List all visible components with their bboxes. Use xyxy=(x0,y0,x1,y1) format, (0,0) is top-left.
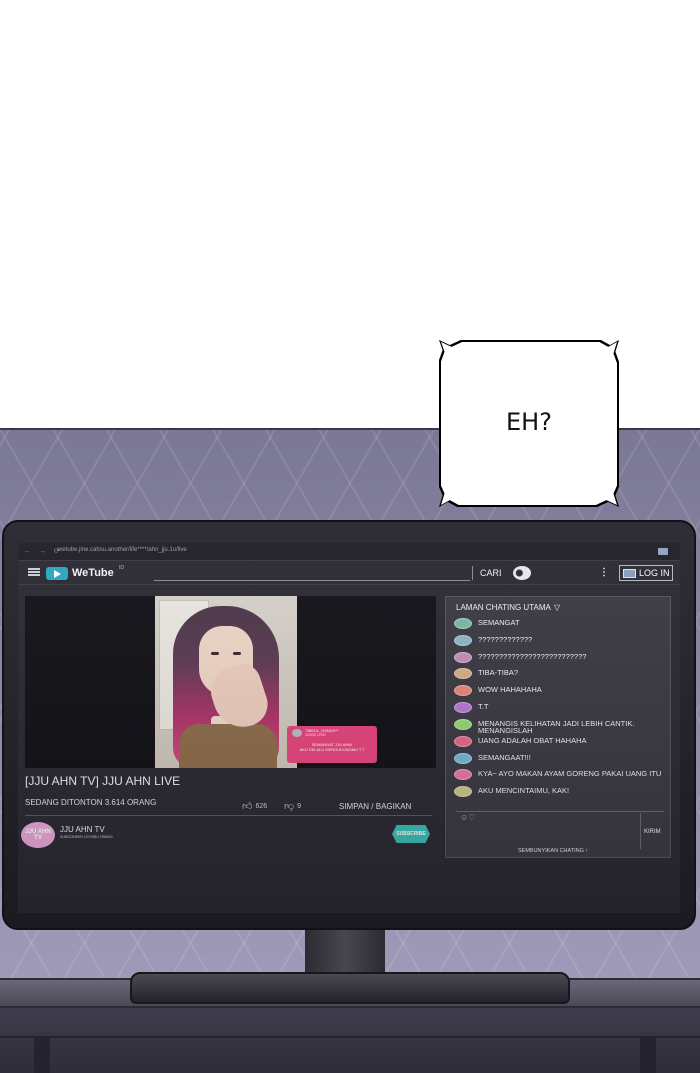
voice-search-icon[interactable] xyxy=(513,566,531,580)
monitor-stand-base xyxy=(130,972,570,1004)
chat-message: TIBA-TIBA? xyxy=(454,667,668,684)
viewer-count: SEDANG DITONTON 3.614 ORANG xyxy=(25,798,157,807)
like-count: 626 xyxy=(255,802,268,810)
chat-input[interactable] xyxy=(456,811,664,812)
menu-icon[interactable] xyxy=(28,568,40,576)
search-button[interactable]: CARI xyxy=(480,568,502,578)
emoji-icon[interactable]: ☺♡ xyxy=(460,813,475,822)
chat-message-text: KYA~ AYO MAKAN AYAM GORENG PAKAI UANG IT… xyxy=(478,769,662,779)
like-button[interactable]: 👍︎ 626 xyxy=(242,800,267,812)
monitor-screen: ← → ⟳ wetube.jine.cabsu.another/life****… xyxy=(18,543,680,913)
chat-message: MENANGIS KELIHATAN JADI LEBIH CANTIK. ME… xyxy=(454,718,668,735)
login-label: LOG IN xyxy=(639,568,670,578)
chat-message-text: WOW HAHAHAHA xyxy=(478,685,542,695)
donor-avatar xyxy=(292,729,302,738)
chat-message-text: MENANGIS KELIHATAN JADI LEBIH CANTIK. ME… xyxy=(478,718,635,736)
donation-message: SEMANGAT JJU AHN! AKU SELALU MENDUKUNGMU… xyxy=(292,742,372,752)
desk-body xyxy=(0,1008,700,1073)
chat-avatar[interactable] xyxy=(454,786,472,798)
streamer-shirt xyxy=(179,724,277,768)
chat-mode-selector[interactable]: LAMAN CHATING UTAMA ▽ xyxy=(456,603,560,612)
subscriber-count: SUBSCRIBER 120 RIBU ORANG xyxy=(60,835,113,839)
hide-chat-button[interactable]: SEMBUNYIKAN CHATING ↑ xyxy=(518,848,588,854)
thumbs-down-icon: 👎︎ xyxy=(284,801,295,812)
search-input[interactable] xyxy=(154,580,470,581)
caret-down-icon: ▽ xyxy=(553,603,560,612)
channel-avatar[interactable]: JJU AHN TV xyxy=(21,822,55,848)
user-card-icon xyxy=(623,568,636,578)
live-chat-panel: LAMAN CHATING UTAMA ▽ SEMANGAT??????????… xyxy=(445,596,671,858)
chat-message: UANG ADALAH OBAT HAHAHA xyxy=(454,735,668,752)
extension-icon[interactable] xyxy=(658,548,668,555)
chat-message: SEMANGAT xyxy=(454,617,668,634)
video-title: [JJU AHN TV] JJU AHN LIVE xyxy=(25,774,181,788)
chat-avatar[interactable] xyxy=(454,718,472,730)
video-player[interactable]: TIBBUL_HANDS** 10000 USD SEMANGAT JJU AH… xyxy=(25,596,436,768)
stream-frame xyxy=(155,596,297,768)
chat-avatar[interactable] xyxy=(454,701,472,713)
browser-toolbar: ← → ⟳ wetube.jine.cabsu.another/life****… xyxy=(18,543,680,561)
chat-avatar[interactable] xyxy=(454,735,472,747)
donation-user: TIBBUL_HANDS** 10000 USD xyxy=(292,728,372,738)
chat-message: ????????????? xyxy=(454,634,668,651)
desk-drawer-line xyxy=(0,1036,700,1038)
dislike-button[interactable]: 👎︎ 9 xyxy=(284,800,301,812)
chat-message: T.T xyxy=(454,701,668,718)
divider xyxy=(25,815,432,816)
send-button[interactable]: KIRIM xyxy=(644,829,661,835)
chat-message-text: UANG ADALAH OBAT HAHAHA xyxy=(478,735,587,745)
chat-message-text: ?????????????????????????? xyxy=(478,651,587,661)
site-logo-region: ID xyxy=(119,565,124,571)
chat-message: SEMANGAAT!!! xyxy=(454,752,668,769)
login-button[interactable]: LOG IN xyxy=(619,565,673,581)
address-bar[interactable]: wetube.jine.cabsu.another/life****/ahn_j… xyxy=(58,547,187,553)
streamer-eye xyxy=(233,652,241,655)
speech-bubble-text: EH? xyxy=(506,408,552,436)
chat-avatar[interactable] xyxy=(454,752,472,764)
dislike-count: 9 xyxy=(297,802,302,810)
chat-message: AKU MENCINTAIMU, KAK! xyxy=(454,785,668,802)
desk-leg xyxy=(640,1038,656,1073)
chat-avatar[interactable] xyxy=(454,651,472,663)
chat-avatar[interactable] xyxy=(454,769,472,781)
chat-message: WOW HAHAHAHA xyxy=(454,684,668,701)
play-logo-icon[interactable] xyxy=(46,567,68,580)
subscribe-button[interactable]: SUBSCRIBE xyxy=(392,825,430,843)
chat-mode-label: LAMAN CHATING UTAMA xyxy=(456,603,551,612)
desk-leg xyxy=(34,1038,50,1073)
thumbs-up-icon: 👍︎ xyxy=(242,801,253,812)
browser-nav-buttons[interactable]: ← → ⟳ xyxy=(24,547,63,555)
chat-avatar[interactable] xyxy=(454,668,472,680)
save-share-button[interactable]: SIMPAN / BAGIKAN xyxy=(339,802,411,811)
site-logo-text[interactable]: WeTube xyxy=(72,567,114,579)
streamer-eye xyxy=(211,652,219,655)
chat-message-text: SEMANGAAT!!! xyxy=(478,752,531,762)
chat-message-text: ????????????? xyxy=(478,634,533,644)
channel-name[interactable]: JJU AHN TV xyxy=(60,825,105,834)
chat-avatar[interactable] xyxy=(454,618,472,629)
more-options-icon[interactable]: ⋮ xyxy=(599,567,609,578)
search-divider xyxy=(472,566,473,580)
chat-avatar[interactable] xyxy=(454,634,472,646)
chat-message-text: TIBA-TIBA? xyxy=(478,668,519,678)
chat-message-text: T.T xyxy=(478,701,489,711)
chat-avatar[interactable] xyxy=(454,685,472,697)
chat-message-text: AKU MENCINTAIMU, KAK! xyxy=(478,786,570,796)
chat-message-list: SEMANGAT????????????????????????????????… xyxy=(454,617,668,802)
chat-message: ?????????????????????????? xyxy=(454,651,668,668)
donation-alert: TIBBUL_HANDS** 10000 USD SEMANGAT JJU AH… xyxy=(287,726,377,763)
chat-message: KYA~ AYO MAKAN AYAM GORENG PAKAI UANG IT… xyxy=(454,768,668,785)
donation-message-line: AKU SELALU MENDUKUNGMU T.T xyxy=(299,746,365,752)
site-header: WeTube ID CARI ⋮ LOG IN xyxy=(18,561,680,585)
send-divider xyxy=(640,813,641,849)
donation-amount: 10000 USD xyxy=(305,732,326,738)
chat-message-text: SEMANGAT xyxy=(478,618,520,627)
channel-avatar-label: JJU AHN TV xyxy=(25,829,51,841)
